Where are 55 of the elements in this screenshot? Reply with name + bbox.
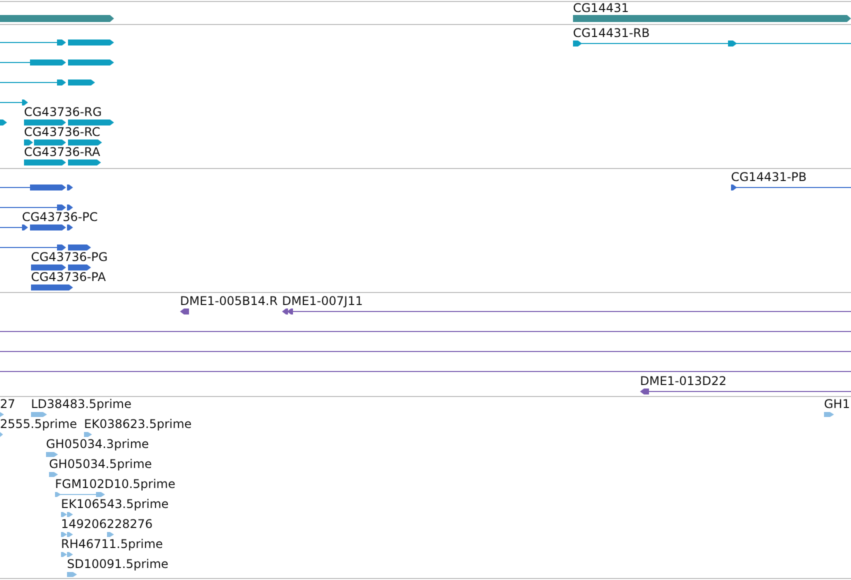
feature-label: DME1-005B14.R (180, 294, 278, 308)
est-feature[interactable] (824, 412, 834, 417)
feature-label: CG43736-PC (22, 210, 98, 224)
feature-label: EK038623.5prime (84, 417, 192, 431)
est-feature[interactable] (61, 512, 73, 517)
feature-label: CG14431-PB (731, 170, 807, 184)
est-feature[interactable] (84, 432, 92, 437)
protein-feature[interactable] (31, 264, 91, 270)
feature-label: GH05034.5prime (49, 457, 152, 471)
est-feature[interactable] (0, 432, 3, 437)
transcript-feature[interactable] (24, 160, 101, 166)
transcript-feature[interactable] (24, 120, 114, 126)
protein-feature[interactable] (0, 204, 73, 210)
transcript-feature[interactable] (0, 80, 95, 86)
feature-label: CG43736-RA (24, 145, 100, 159)
est-feature[interactable] (31, 412, 47, 417)
feature-label: CG43736-PG (31, 250, 108, 264)
clone-feature[interactable] (180, 308, 189, 314)
feature-label: FGM102D10.5prime (55, 477, 176, 491)
transcript-feature[interactable] (0, 40, 114, 46)
feature-label: DME1-013D22 (640, 374, 727, 388)
protein-feature[interactable] (0, 184, 73, 190)
clone-feature[interactable] (640, 388, 851, 394)
feature-label: EK106543.5prime (61, 497, 169, 511)
feature-label: CG14431 (573, 1, 629, 15)
feature-label: GH05034.3prime (46, 437, 149, 451)
feature-label: CG43736-RG (24, 105, 102, 119)
feature-label: GH1 (824, 397, 850, 411)
feature-label: CG43736-PA (31, 270, 106, 284)
protein-feature[interactable] (31, 284, 73, 290)
transcript-feature[interactable] (0, 60, 114, 66)
est-feature[interactable] (61, 552, 73, 557)
est-feature[interactable] (67, 572, 77, 577)
transcript-feature[interactable] (0, 100, 28, 106)
est-feature[interactable] (54, 492, 105, 497)
feature-label: DME1-007J11 (282, 294, 363, 308)
feature-label: 149206228276 (61, 517, 153, 531)
transcript-feature[interactable] (572, 40, 851, 46)
est-feature[interactable] (0, 412, 4, 417)
est-feature[interactable] (61, 532, 114, 537)
feature-label: 2555.5prime (0, 417, 77, 431)
feature-label: CG14431-RB (573, 26, 650, 40)
protein-feature[interactable] (730, 184, 851, 190)
feature-label: LD38483.5prime (31, 397, 132, 411)
transcript-feature[interactable] (0, 120, 7, 126)
est-feature[interactable] (46, 452, 58, 457)
feature-label: 27 (0, 397, 16, 411)
protein-feature[interactable] (0, 224, 73, 230)
feature-label: RH46711.5prime (61, 537, 163, 551)
feature-label: CG43736-RC (24, 125, 100, 139)
feature-label: SD10091.5prime (67, 557, 168, 571)
protein-feature[interactable] (0, 244, 91, 250)
est-feature[interactable] (49, 472, 58, 477)
transcript-feature[interactable] (24, 140, 102, 146)
clone-feature[interactable] (282, 308, 851, 314)
